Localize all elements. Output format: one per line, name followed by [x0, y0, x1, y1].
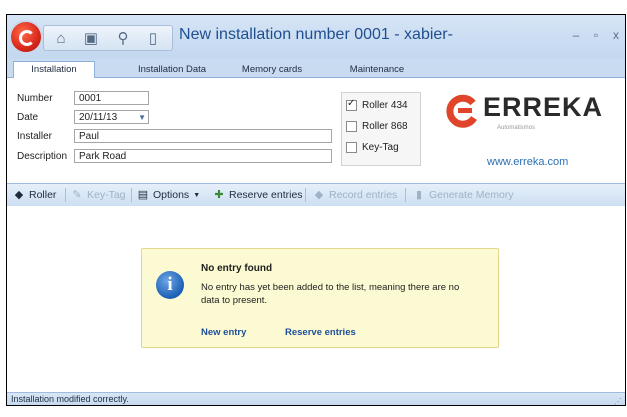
checkbox-box[interactable]	[346, 120, 357, 132]
checkbox-roller-868[interactable]: Roller 868	[346, 119, 408, 133]
checkbox-roller-434[interactable]: Roller 434	[346, 98, 408, 112]
tab-installation-data[interactable]: Installation Data	[127, 62, 217, 77]
key-tag-button[interactable]: ✎ Key-Tag	[71, 188, 126, 202]
tab-memory-cards[interactable]: Memory cards	[232, 62, 312, 77]
reserve-entries-button[interactable]: ✚ Reserve entries	[213, 188, 303, 202]
brand-tagline: Automatismos	[497, 125, 536, 131]
options-icon: ▤	[137, 189, 149, 201]
empty-state-notice: i No entry found No entry has yet been a…	[141, 248, 499, 348]
toolbar-divider	[65, 188, 66, 202]
generate-memory-label: Generate Memory	[429, 189, 514, 201]
generate-memory-button[interactable]: ▮ Generate Memory	[413, 188, 514, 202]
status-text: Installation modified correctly.	[11, 394, 129, 404]
toolbar-divider	[405, 188, 406, 202]
window-title: New installation number 0001 - xabier-	[179, 26, 453, 43]
installation-form: Number 0001 Date 20/11/13 ▼ Installer Pa…	[7, 78, 625, 183]
device-type-group: Roller 434 Roller 868 Key-Tag	[341, 92, 421, 166]
memory-icon: ▮	[415, 189, 423, 201]
resize-grip-icon[interactable]: ⋰	[614, 395, 622, 408]
date-select[interactable]: 20/11/13 ▼	[74, 110, 149, 124]
new-entry-link[interactable]: New entry	[201, 327, 246, 338]
chevron-down-icon[interactable]: ▼	[138, 111, 146, 125]
entries-list-area: i No entry found No entry has yet been a…	[7, 206, 625, 392]
installer-label: Installer	[17, 131, 53, 142]
checkbox-key-tag[interactable]: Key-Tag	[346, 140, 399, 154]
roller-icon: ◆	[14, 189, 24, 201]
key-tag-icon: ✎	[72, 189, 82, 201]
description-field[interactable]: Park Road	[74, 149, 332, 163]
checkbox-box[interactable]	[346, 141, 357, 153]
date-value: 20/11/13	[79, 112, 118, 123]
erreka-logo: ERREKA Automatismos	[445, 90, 615, 140]
options-button[interactable]: ▤ Options ▼	[137, 188, 200, 202]
entries-toolbar: ◆ Roller ✎ Key-Tag ▤ Options ▼ ✚ Reserve…	[7, 183, 625, 207]
roller-label: Roller	[29, 189, 57, 201]
notice-title: No entry found	[201, 263, 273, 274]
date-label: Date	[17, 112, 39, 123]
minimize-button[interactable]: –	[567, 27, 585, 43]
tab-installation[interactable]: Installation	[13, 61, 95, 79]
checkbox-label: Roller 434	[362, 99, 408, 111]
info-icon: i	[156, 271, 184, 299]
checkbox-label: Key-Tag	[362, 141, 399, 153]
title-bar: ⌂ ▣ ⚲ ▯ New installation number 0001 - x…	[7, 15, 625, 59]
checkbox-label: Roller 868	[362, 120, 408, 132]
reserve-entries-link[interactable]: Reserve entries	[285, 327, 356, 338]
roller-button[interactable]: ◆ Roller	[13, 188, 57, 202]
number-field[interactable]: 0001	[74, 91, 149, 105]
tab-maintenance[interactable]: Maintenance	[337, 62, 417, 77]
dropdown-arrow-icon: ▼	[193, 191, 201, 199]
key-tag-label: Key-Tag	[87, 189, 126, 201]
reserve-entries-label: Reserve entries	[229, 189, 303, 201]
installer-field[interactable]: Paul	[74, 129, 332, 143]
number-label: Number	[17, 93, 53, 104]
brand-url[interactable]: www.erreka.com	[487, 156, 568, 168]
record-entries-button[interactable]: ◆ Record entries	[313, 188, 398, 202]
toolbar-divider	[131, 188, 132, 202]
maximize-button[interactable]: ▫	[587, 27, 605, 43]
notice-text: No entry has yet been added to the list,…	[201, 282, 460, 306]
toolbar-divider	[305, 188, 306, 202]
tab-bar: Installation Installation Data Memory ca…	[7, 59, 625, 79]
checkbox-box[interactable]	[346, 98, 357, 111]
description-label: Description	[17, 151, 68, 162]
close-button[interactable]: x	[607, 27, 625, 43]
options-label: Options	[153, 189, 190, 201]
brand-name: ERREKA	[483, 92, 604, 122]
reserve-icon: ✚	[214, 189, 224, 201]
main-window: ⌂ ▣ ⚲ ▯ New installation number 0001 - x…	[6, 14, 626, 406]
record-icon: ◆	[314, 189, 324, 201]
erreka-logo-mark	[446, 94, 477, 128]
record-entries-label: Record entries	[329, 189, 398, 201]
status-bar: Installation modified correctly. ⋰	[7, 392, 625, 408]
